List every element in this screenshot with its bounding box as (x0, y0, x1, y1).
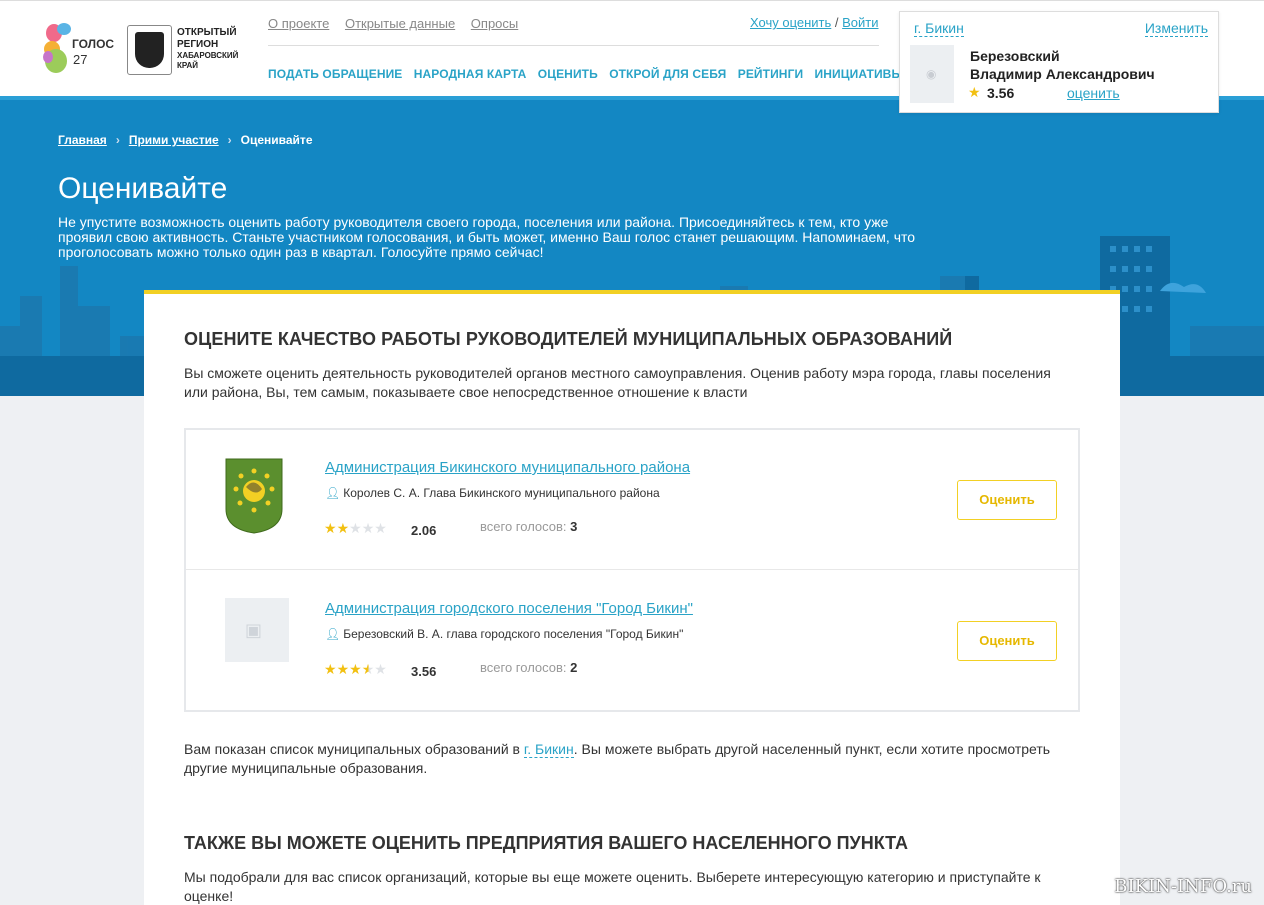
want-rate-link[interactable]: Хочу оценить (750, 15, 831, 30)
auth-separator: / (831, 15, 843, 30)
star-icon: ★ (374, 520, 387, 536)
rating-score: 3.56 (411, 664, 437, 679)
golos-bubbles-icon (43, 23, 71, 73)
khabarovsk-crest-icon (127, 25, 172, 75)
star-icon: ★ (361, 520, 375, 536)
top-links: О проекте Открытые данные Опросы (268, 16, 530, 31)
rating-stars: ★★★★★ (324, 520, 387, 537)
page-title: Оценивайте (58, 172, 228, 205)
breadcrumb-current: Оценивайте (240, 133, 313, 147)
breadcrumb: Главная › Прими участие › Оценивайте (58, 133, 313, 147)
star-icon: ★ (324, 520, 337, 536)
note-city-link[interactable]: г. Бикин (523, 741, 574, 758)
nav-discover[interactable]: ОТКРОЙ ДЛЯ СЕБЯ (609, 67, 726, 81)
star-icon: ★ (324, 661, 337, 677)
bikin-district-emblem-icon (225, 458, 283, 534)
section-lead-municipal: Вы сможете оценить деятельность руководи… (184, 365, 1051, 400)
star-icon: ★ (349, 520, 362, 536)
section-title-municipal: ОЦЕНИТЕ КАЧЕСТВО РАБОТЫ РУКОВОДИТЕЛЕЙ МУ… (184, 329, 953, 349)
star-icon: ★ (336, 520, 350, 536)
region-text: ОТКРЫТЫЙ РЕГИОН ХАБАРОВСКИЙ КРАЙ (177, 27, 239, 70)
breadcrumb-participate[interactable]: Прими участие (129, 133, 219, 147)
golos27-logo[interactable]: ГОЛОС 27 (42, 21, 115, 77)
votes-count: всего голосов: 3 (480, 519, 578, 534)
list-item: ▣ Администрация городского поселения "Го… (186, 571, 1078, 711)
star-icon: ★ (336, 661, 350, 677)
rate-button[interactable]: Оценить (957, 480, 1057, 520)
site-header: ГОЛОС 27 ОТКРЫТЫЙ РЕГИОН ХАБАРОВСКИЙ КРА… (0, 0, 1264, 113)
item-title-link[interactable]: Администрация Бикинского муниципального … (325, 459, 690, 476)
card-city-link[interactable]: г. Бикин (914, 20, 964, 37)
image-placeholder: ▣ (225, 598, 289, 662)
item-head: 👤︎ Королев С. А. Глава Бикинского муницип… (325, 486, 660, 500)
breadcrumb-chevron-icon: › (115, 133, 120, 147)
item-head-text: Березовский В. А. глава городского посел… (343, 627, 684, 641)
rating-score: 2.06 (411, 523, 437, 538)
official-score: 3.56 (987, 85, 1015, 101)
golos-number: 27 (73, 52, 88, 67)
nav-rate[interactable]: ОЦЕНИТЬ (538, 67, 598, 81)
link-polls[interactable]: Опросы (471, 16, 518, 31)
header-divider (268, 45, 879, 46)
nav-ratings[interactable]: РЕЙТИНГИ (738, 67, 803, 81)
nav-initiatives[interactable]: ИНИЦИАТИВЫ (815, 67, 904, 81)
rate-button[interactable]: Оценить (957, 621, 1057, 661)
nav-submit-appeal[interactable]: ПОДАТЬ ОБРАЩЕНИЕ (268, 67, 402, 81)
camera-icon: ◉ (926, 67, 937, 81)
open-region-logo[interactable]: ОТКРЫТЫЙ РЕГИОН ХАБАРОВСКИЙ КРАЙ (127, 25, 247, 77)
star-icon: ★ (374, 661, 387, 677)
watermark: BIKIN-INFO.ru (1114, 876, 1252, 897)
person-icon: 👤︎ (325, 486, 341, 500)
card-change-link[interactable]: Изменить (1144, 20, 1208, 37)
item-title-link[interactable]: Администрация городского поселения "Горо… (325, 600, 693, 617)
golos-text: ГОЛОС (72, 37, 115, 51)
section-lead-enterprises: Мы подобрали для вас список организаций,… (184, 869, 1041, 904)
person-icon: 👤︎ (325, 627, 341, 641)
main-content-card: ОЦЕНИТЕ КАЧЕСТВО РАБОТЫ РУКОВОДИТЕЛЕЙ МУ… (144, 290, 1120, 905)
star-icon: ★ (349, 661, 362, 677)
main-nav: ПОДАТЬ ОБРАЩЕНИЕ НАРОДНАЯ КАРТА ОЦЕНИТЬ … (268, 67, 911, 81)
section-title-enterprises: ТАКЖЕ ВЫ МОЖЕТЕ ОЦЕНИТЬ ПРЕДПРИЯТИЯ ВАШЕ… (184, 833, 909, 853)
item-head-text: Королев С. А. Глава Бикинского муниципал… (343, 486, 660, 500)
breadcrumb-chevron-icon: › (227, 133, 232, 147)
official-name: Березовский Владимир Александрович (970, 48, 1155, 82)
rating-stars: ★★★★★ (324, 661, 387, 678)
star-half-icon: ★ (361, 661, 375, 677)
breadcrumb-home[interactable]: Главная (58, 133, 107, 147)
card-rate-link[interactable]: оценить (1067, 85, 1120, 101)
login-link[interactable]: Войти (842, 15, 878, 30)
hero-description: Не упустите возможность оценить работу р… (58, 214, 916, 260)
link-open-data[interactable]: Открытые данные (345, 16, 455, 31)
star-icon: ★ (968, 84, 981, 100)
city-note: Вам показан список муниципальных образов… (184, 741, 1051, 776)
item-head: 👤︎ Березовский В. А. глава городского пос… (325, 627, 683, 641)
votes-count: всего голосов: 2 (480, 660, 578, 675)
briefcase-icon: ▣ (245, 620, 263, 640)
official-photo-placeholder: ◉ (910, 45, 954, 103)
nav-people-map[interactable]: НАРОДНАЯ КАРТА (414, 67, 527, 81)
auth-links: Хочу оценить / Войти (750, 15, 879, 30)
list-item: Администрация Бикинского муниципального … (186, 430, 1078, 570)
link-about[interactable]: О проекте (268, 16, 329, 31)
official-card: г. Бикин Изменить ◉ Березовский Владимир… (899, 11, 1219, 113)
municipal-list: Администрация Бикинского муниципального … (184, 428, 1080, 712)
